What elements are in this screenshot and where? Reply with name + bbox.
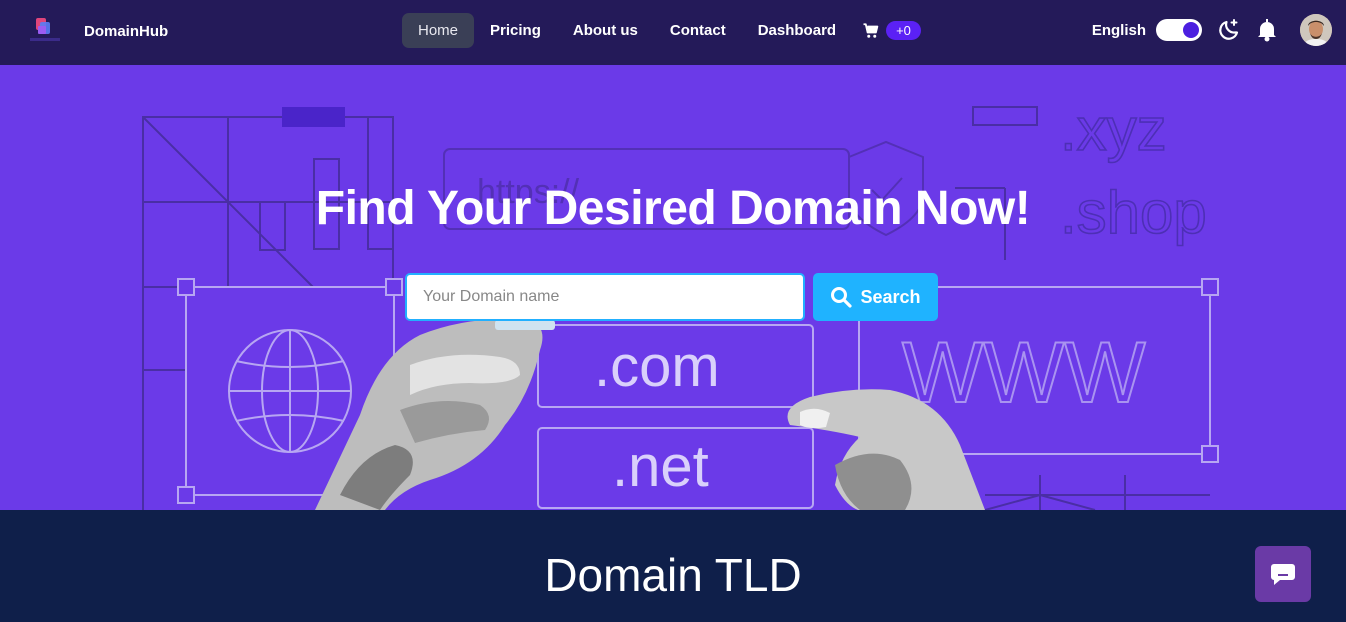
art-net-label: .net xyxy=(612,434,709,499)
header-tools: English xyxy=(1092,14,1332,46)
art-com-label: .com xyxy=(594,334,720,399)
art-xyz-label: .xyz xyxy=(1060,96,1167,163)
nav-item-dashboard[interactable]: Dashboard xyxy=(742,13,852,48)
toggle-knob xyxy=(1183,22,1199,38)
bell-icon[interactable] xyxy=(1254,17,1280,43)
section-title: Domain TLD xyxy=(544,549,802,601)
domain-search-input[interactable] xyxy=(405,273,805,321)
cart-icon xyxy=(863,22,879,38)
search-icon xyxy=(831,287,853,308)
search-button-label: Search xyxy=(860,286,921,307)
brand-name[interactable]: DomainHub xyxy=(84,23,168,40)
language-toggle[interactable] xyxy=(1156,19,1202,41)
nav-item-contact[interactable]: Contact xyxy=(654,13,742,48)
chat-widget-button[interactable] xyxy=(1255,546,1311,602)
language-selector[interactable]: English xyxy=(1092,22,1146,39)
hero-title: Find Your Desired Domain Now! xyxy=(315,182,1031,235)
search-button[interactable]: Search xyxy=(813,273,938,321)
moon-sparkle-icon[interactable] xyxy=(1216,17,1242,43)
nav-item-pricing[interactable]: Pricing xyxy=(474,13,557,48)
domain-tld-section: Domain TLD xyxy=(0,510,1346,622)
nav-item-about-us[interactable]: About us xyxy=(557,13,654,48)
nav-item-home[interactable]: Home xyxy=(402,13,475,48)
art-www-label: WWW xyxy=(902,325,1146,421)
domainhub-logo-icon xyxy=(30,18,60,41)
chat-bubble-icon xyxy=(1271,564,1295,585)
user-avatar[interactable] xyxy=(1300,14,1332,46)
hero-banner: https:// .xyz .shop WWW .com .net Find Y… xyxy=(0,65,1346,510)
cart-count-badge: +0 xyxy=(886,21,921,40)
left-hand-illustration xyxy=(315,319,555,510)
avatar-image xyxy=(1300,14,1332,46)
cart-button[interactable]: +0 xyxy=(862,21,921,40)
brand[interactable]: DomainHub xyxy=(24,14,168,48)
top-navbar: DomainHub Home Pricing About us Contact … xyxy=(0,0,1346,65)
main-nav: Home Pricing About us Contact Dashboard … xyxy=(402,13,921,48)
